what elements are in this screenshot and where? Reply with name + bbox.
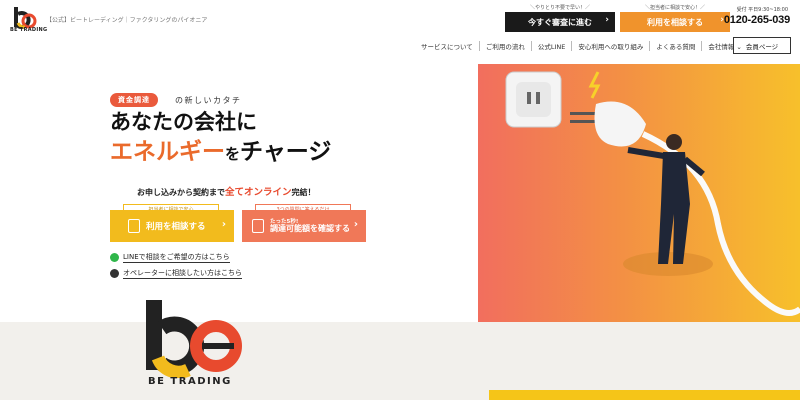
nav-item-service[interactable]: サービスについて [415, 41, 479, 51]
lead-post: 完結！ [291, 188, 316, 197]
person-icon [110, 269, 119, 278]
check-amount-button[interactable]: たった5秒! 調達可能額を確認する › [242, 210, 366, 242]
member-page-button[interactable]: 会員ページ [733, 37, 791, 54]
main-nav: サービスについて ご利用の流れ 公式LINE 安心利用への取り組み よくある質問… [415, 40, 748, 52]
hero-illustration [478, 64, 800, 322]
lead-pre: お申し込みから契約まで [137, 188, 225, 197]
chevron-right-icon: › [221, 219, 226, 230]
funding-tag: 資金調達 [110, 93, 158, 107]
brand-logo-text: BE TRADING [10, 27, 48, 33]
hero-lead: お申し込みから契約まで全てオンライン完結！ [137, 184, 316, 198]
phone-number[interactable]: 0120-265-039 [724, 14, 790, 26]
nav-item-safety[interactable]: 安心利用への取り組み [571, 41, 649, 51]
clipboard-icon [252, 219, 264, 233]
chevron-right-icon: › [605, 15, 609, 25]
line-icon [110, 253, 119, 262]
hero-consult-button[interactable]: 利用を相談する › [110, 210, 234, 242]
nav-item-flow[interactable]: ご利用の流れ [478, 41, 531, 51]
check-amount-label: 調達可能額を確認する [270, 223, 350, 233]
yellow-accent-bar [489, 390, 800, 400]
lead-emphasis: 全てオンライン [225, 187, 292, 198]
headline-particle: を [225, 145, 241, 163]
consult-label: 利用を相談する [647, 17, 703, 27]
hero-consult-label: 利用を相談する [146, 222, 206, 232]
line-consult-label: LINEで相談をご希望の方はこちら [123, 253, 230, 263]
headline-rest: チャージ [240, 139, 332, 165]
site-description: 【公式】ビートレーディング｜ファクタリングのパイオニア [46, 17, 208, 24]
cta-primary-note: ＼やりとり不要で早い！／ [529, 5, 590, 11]
start-screening-button[interactable]: 今すぐ審査に進む › [505, 12, 615, 32]
plug-illustration [505, 71, 800, 316]
business-hours: 受付 平日9:30~18:00 [736, 7, 788, 13]
operator-consult-label: オペレーターに相談したい方はこちら [123, 269, 242, 279]
operator-consult-link[interactable]: オペレーターに相談したい方はこちら [110, 268, 242, 279]
consult-button[interactable]: 利用を相談する › [620, 12, 730, 32]
cta-secondary-note: ＼担当者に相談で安心！／ [644, 5, 705, 11]
line-consult-link[interactable]: LINEで相談をご希望の方はこちら [110, 252, 230, 263]
hero-headline-2: エネルギーをチャージ [110, 141, 331, 164]
document-icon [128, 219, 140, 233]
brand-logo-large-icon [146, 300, 242, 378]
hero-headline-1: あなたの会社に [110, 110, 257, 134]
start-screening-label: 今すぐ審査に進む [528, 17, 592, 27]
tag-suffix: の新しいカタチ [175, 96, 242, 105]
nav-item-line[interactable]: 公式LINE [530, 41, 572, 51]
lower-band [0, 322, 800, 400]
brand-logo-large-text: BE TRADING [148, 376, 232, 387]
chevron-right-icon: › [353, 219, 358, 230]
nav-item-faq[interactable]: よくある質問 [649, 41, 701, 51]
headline-accent: エネルギー [110, 139, 225, 165]
